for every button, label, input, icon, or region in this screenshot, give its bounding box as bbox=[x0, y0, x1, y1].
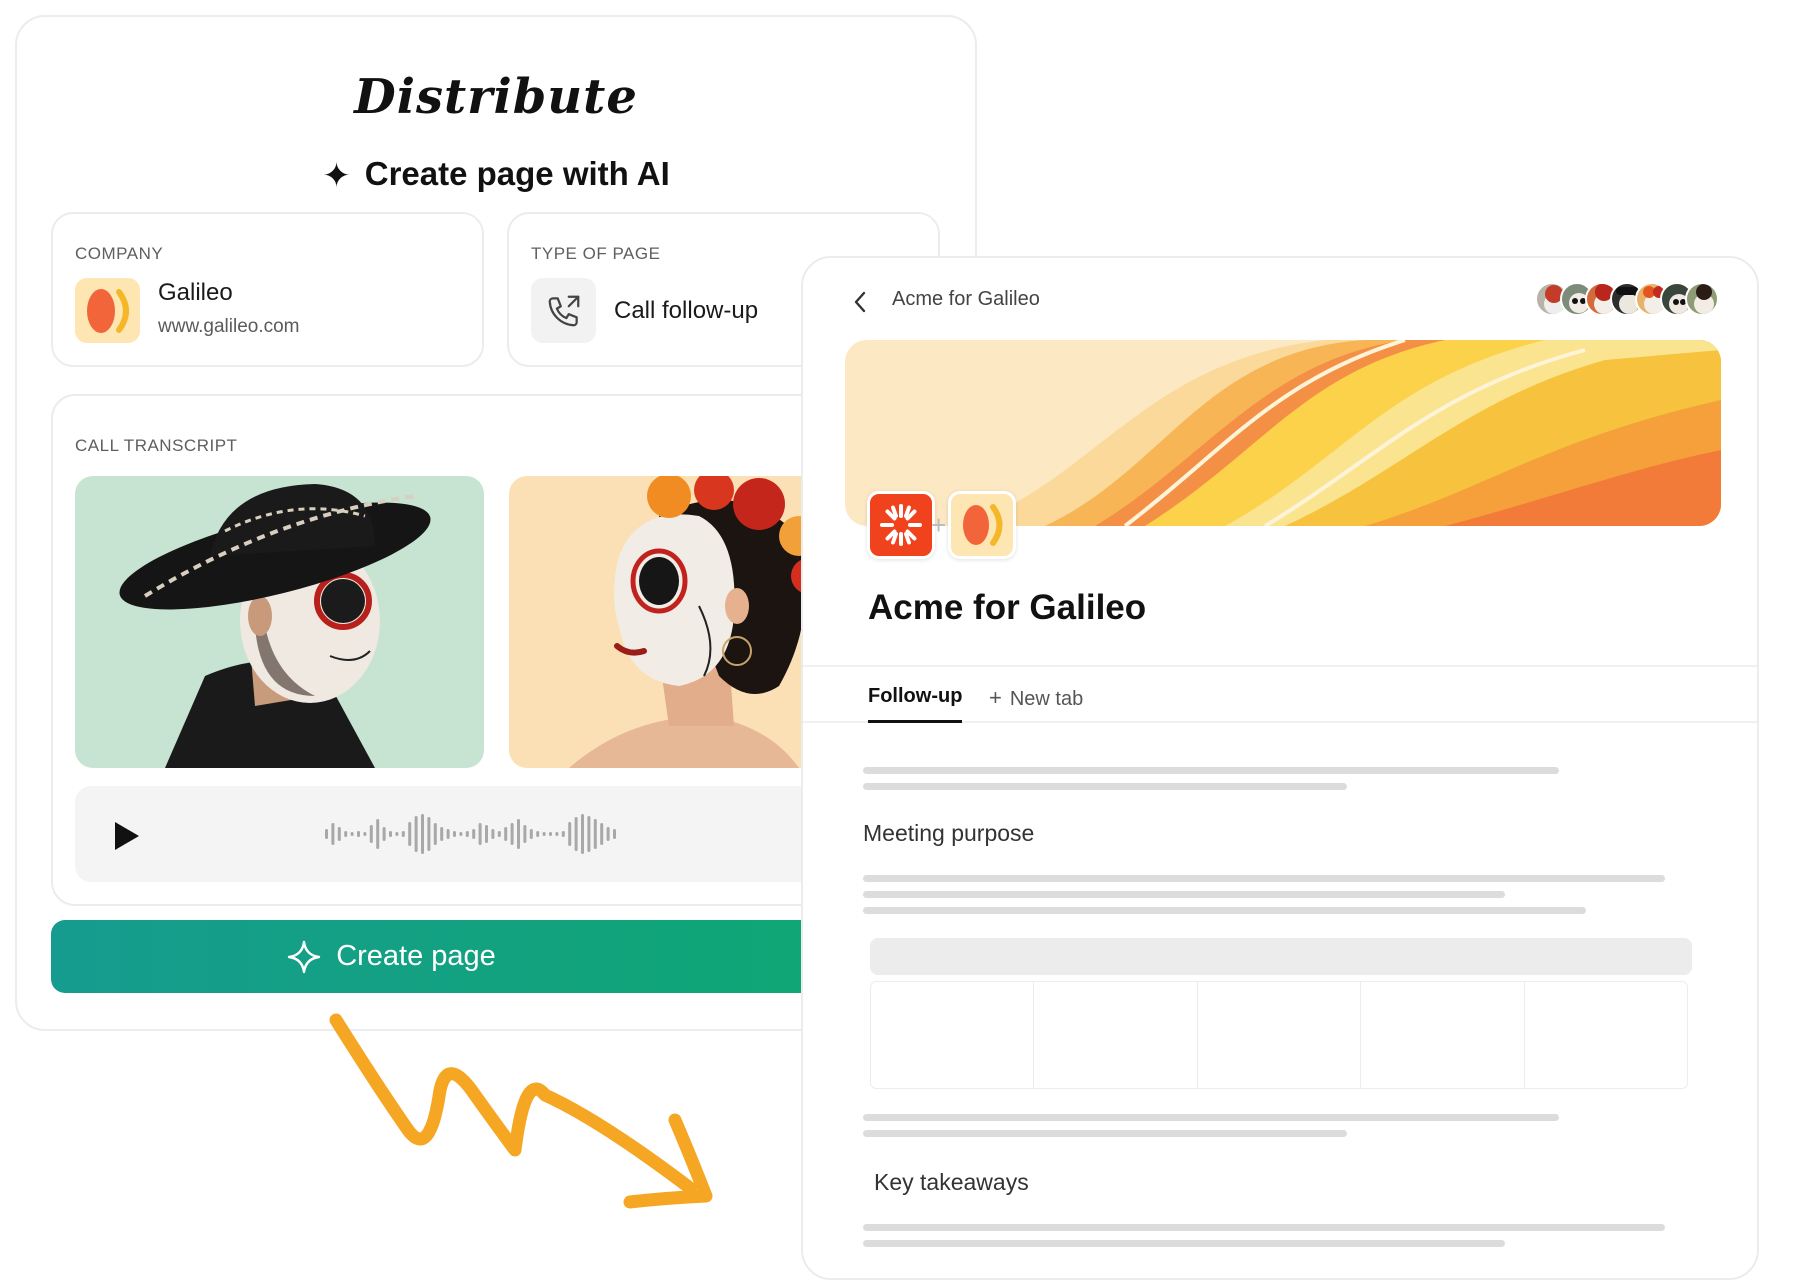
brand-logo: Distribute bbox=[354, 69, 638, 125]
placeholder-table bbox=[870, 981, 1688, 1089]
waveform-bar bbox=[344, 831, 348, 837]
waveform-bar bbox=[542, 832, 546, 836]
waveform-bar bbox=[408, 822, 412, 846]
waveform-bar bbox=[491, 829, 495, 839]
placeholder-table-header bbox=[870, 938, 1692, 975]
waveform-bar bbox=[478, 823, 482, 845]
waveform-bar bbox=[529, 829, 533, 839]
placeholder-line bbox=[863, 907, 1586, 914]
plus-icon: + bbox=[931, 510, 947, 540]
acme-logo bbox=[867, 491, 935, 559]
placeholder-line bbox=[863, 767, 1559, 774]
waveform-bar bbox=[395, 832, 399, 836]
table-cell bbox=[1525, 982, 1687, 1088]
waveform-bar bbox=[574, 817, 578, 851]
page-title: Acme for Galileo bbox=[868, 588, 1147, 627]
table-cell bbox=[871, 982, 1035, 1088]
panel-title: ✦ Create page with AI bbox=[17, 155, 975, 196]
table-cell bbox=[1198, 982, 1362, 1088]
panel-title-text: Create page with AI bbox=[364, 155, 670, 192]
waveform-bar bbox=[414, 816, 418, 852]
waveform-bar bbox=[561, 831, 565, 837]
company-url: www.galileo.com bbox=[158, 316, 300, 337]
waveform-bar bbox=[376, 819, 380, 849]
waveform-bar bbox=[606, 827, 610, 841]
waveform-bar bbox=[549, 832, 552, 836]
company-label: COMPANY bbox=[75, 244, 164, 263]
call-transcript-label: CALL TRANSCRIPT bbox=[75, 436, 238, 455]
audio-waveform[interactable] bbox=[325, 812, 625, 856]
waveform-bar bbox=[587, 816, 591, 852]
galileo-logo bbox=[948, 491, 1016, 559]
table-cell bbox=[1034, 982, 1198, 1088]
section-heading-key-takeaways: Key takeaways bbox=[874, 1169, 1029, 1195]
tab-follow-up[interactable]: Follow-up bbox=[868, 685, 963, 723]
waveform-bar bbox=[600, 823, 604, 845]
collaborator-avatars[interactable] bbox=[1535, 282, 1719, 316]
waveform-bar bbox=[517, 819, 520, 849]
waveform-bar bbox=[357, 831, 360, 837]
placeholder-line bbox=[863, 783, 1347, 790]
phone-outgoing-icon bbox=[531, 278, 596, 343]
waveform-bar bbox=[427, 817, 431, 851]
waveform-bar bbox=[337, 827, 341, 841]
page-type-label: TYPE OF PAGE bbox=[531, 244, 661, 263]
waveform-bar bbox=[568, 822, 572, 846]
waveform-bar bbox=[497, 831, 501, 837]
waveform-bar bbox=[446, 829, 450, 839]
waveform-bar bbox=[485, 825, 488, 843]
tab-new-label: New tab bbox=[1009, 688, 1084, 710]
waveform-bar bbox=[613, 829, 616, 839]
breadcrumb[interactable]: Acme for Galileo bbox=[892, 288, 1040, 311]
sparkle-icon bbox=[286, 939, 322, 975]
placeholder-line bbox=[863, 1114, 1559, 1121]
waveform-bar bbox=[459, 832, 463, 836]
page-preview-panel: Acme for Galileo + Acme for Galileo Foll… bbox=[801, 256, 1759, 1280]
waveform-bar bbox=[421, 814, 424, 854]
sparkle-icon: ✦ bbox=[322, 157, 351, 195]
placeholder-line bbox=[863, 1130, 1347, 1137]
tab-new[interactable]: + New tab bbox=[989, 685, 1083, 711]
company-field[interactable]: COMPANY Galileo www.galileo.com bbox=[51, 212, 484, 367]
section-heading-meeting-purpose: Meeting purpose bbox=[863, 820, 1035, 846]
waveform-bar bbox=[465, 831, 469, 837]
table-cell bbox=[1361, 982, 1525, 1088]
waveform-bar bbox=[369, 825, 373, 843]
back-chevron-icon[interactable] bbox=[853, 290, 867, 314]
waveform-bar bbox=[523, 825, 527, 843]
company-name: Galileo bbox=[158, 279, 233, 306]
waveform-bar bbox=[382, 827, 386, 841]
waveform-bar bbox=[593, 819, 597, 849]
tab-bar: Follow-up + New tab bbox=[803, 665, 1757, 723]
waveform-bar bbox=[325, 829, 328, 839]
speaker-photo-man bbox=[75, 476, 484, 768]
waveform-bar bbox=[555, 832, 559, 836]
create-page-label: Create page bbox=[336, 940, 496, 972]
waveform-bar bbox=[363, 832, 367, 836]
placeholder-line bbox=[863, 875, 1665, 882]
galileo-logo bbox=[75, 278, 140, 343]
waveform-bar bbox=[536, 831, 540, 837]
play-icon[interactable] bbox=[115, 822, 139, 850]
waveform-bar bbox=[504, 827, 508, 841]
page-type-value: Call follow-up bbox=[614, 297, 759, 324]
curly-arrow-icon bbox=[329, 1013, 713, 1209]
placeholder-line bbox=[863, 1240, 1505, 1247]
waveform-bar bbox=[331, 823, 335, 845]
waveform-bar bbox=[472, 829, 476, 839]
avatar[interactable] bbox=[1685, 282, 1719, 316]
waveform-bar bbox=[401, 831, 405, 837]
placeholder-line bbox=[863, 1224, 1665, 1231]
waveform-bar bbox=[581, 814, 584, 854]
waveform-bar bbox=[350, 832, 354, 836]
waveform-bar bbox=[440, 827, 444, 841]
waveform-bar bbox=[453, 831, 456, 837]
placeholder-line bbox=[863, 891, 1505, 898]
plus-icon: + bbox=[989, 685, 1002, 710]
waveform-bar bbox=[389, 831, 392, 837]
waveform-bar bbox=[510, 823, 514, 845]
waveform-bar bbox=[433, 823, 437, 845]
